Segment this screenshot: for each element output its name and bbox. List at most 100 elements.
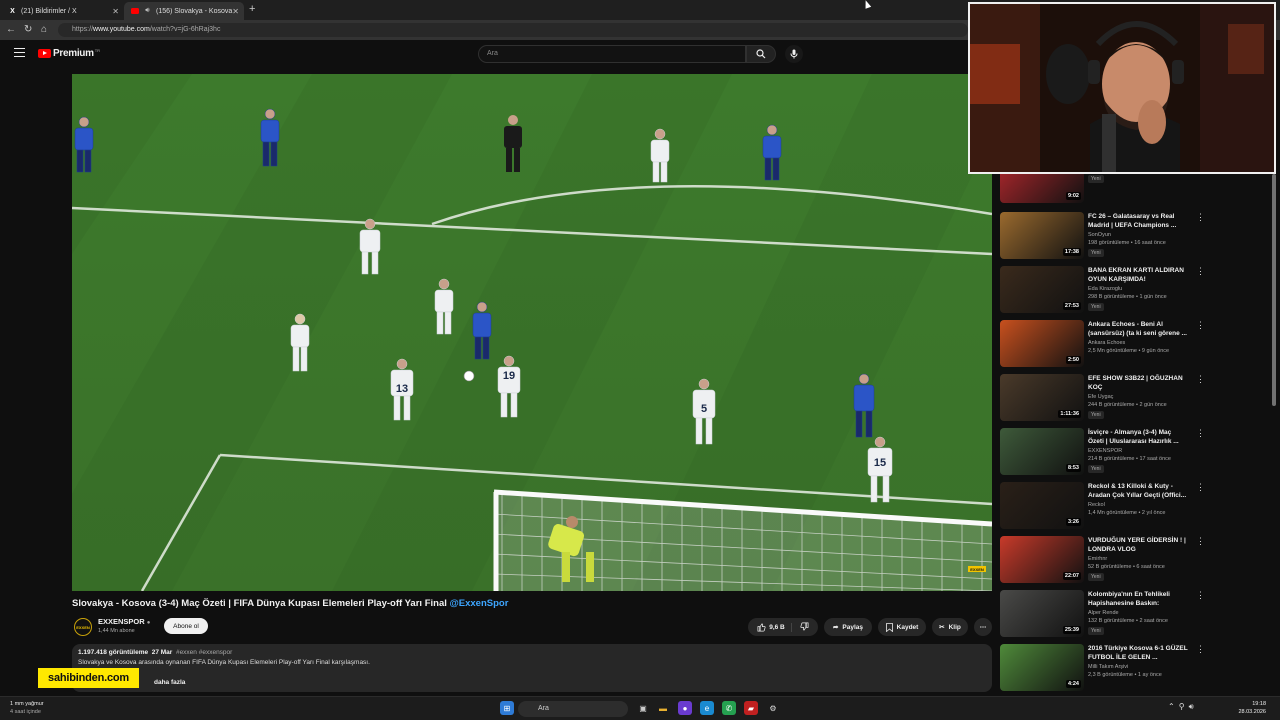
channel-name[interactable]: EXXENSPOR ● xyxy=(98,617,150,626)
video-thumbnail[interactable]: 2:50 xyxy=(1000,320,1084,367)
recommendation-item[interactable]: 9:02EXXENSPOR315 B görüntüleme • 1 gün ö… xyxy=(1000,174,1276,208)
url-field[interactable]: https://www.youtube.com/watch?v=jG-6hRaj… xyxy=(58,23,968,37)
view-count: 1.197.418 görüntüleme xyxy=(78,649,149,656)
tab-x-notifications[interactable]: X (21) Bildirimler / X ✕ xyxy=(2,2,124,20)
recommendation-title[interactable]: Kolombiya'nın En Tehlikeli Hapishanesine… xyxy=(1088,590,1188,608)
channel-row: EXXEN EXXENSPOR ● 1,44 Mn abone Abone ol… xyxy=(72,616,992,638)
recommendation-item[interactable]: 3:26 Reckol & 13 Killoki & Kuty - Aradan … xyxy=(1000,482,1276,534)
video-thumbnail[interactable]: 4:24 xyxy=(1000,644,1084,691)
more-vertical-icon[interactable]: ⋮ xyxy=(1196,429,1205,438)
close-tab-icon[interactable]: ✕ xyxy=(232,7,239,16)
settings-icon[interactable]: ⚙ xyxy=(766,701,780,715)
recommendation-channel[interactable]: EXXENSPOR xyxy=(1088,448,1122,454)
show-more-link[interactable]: daha fazla xyxy=(154,679,185,686)
dislike-button[interactable] xyxy=(796,622,809,633)
recommendation-title[interactable]: Ankara Echoes - Beni Al (sansürsüz) (ta … xyxy=(1088,320,1188,338)
save-button[interactable]: Kaydet xyxy=(878,618,926,636)
weather-widget[interactable]: 1 mm yağmur 4 saat içinde xyxy=(10,701,44,715)
task-view-icon[interactable]: ▣ xyxy=(636,701,650,715)
windows-taskbar: 1 mm yağmur 4 saat içinde ⊞ Ara ▣ ▬ ● e … xyxy=(0,696,1280,720)
shirt-number: 19 xyxy=(503,370,515,382)
video-thumbnail[interactable]: 27:53 xyxy=(1000,266,1084,313)
home-icon[interactable]: ⌂ xyxy=(41,24,47,35)
recommendation-item[interactable]: 1:11:36 EFE SHOW S3B22 | OĞUZHAN KOÇ Efe U… xyxy=(1000,374,1276,426)
video-title-mention[interactable]: @ExxenSpor xyxy=(450,598,509,609)
video-thumbnail[interactable]: 8:53 xyxy=(1000,428,1084,475)
recommendation-channel[interactable]: Alper Rende xyxy=(1088,610,1119,616)
taskbar-search-text: Ara xyxy=(538,705,549,712)
clock-time: 19:18 xyxy=(1252,701,1266,707)
recommendation-item[interactable]: 27:53 BANA EKRAN KARTI ALDIRAN OYUN KARŞI… xyxy=(1000,266,1276,318)
system-tray[interactable]: ⌃⚲🔊︎ xyxy=(1168,702,1198,712)
video-thumbnail[interactable]: 17:38 xyxy=(1000,212,1084,259)
recommendation-item[interactable]: 17:38 FC 26 – Galatasaray vs Real Madrid … xyxy=(1000,212,1276,264)
more-vertical-icon[interactable]: ⋮ xyxy=(1196,375,1205,384)
search-input[interactable]: Ara xyxy=(478,45,746,63)
microphone-icon xyxy=(790,49,798,59)
recommendation-channel[interactable]: Emirhnr xyxy=(1088,556,1107,562)
like-button[interactable]: 9,6 B xyxy=(757,622,792,632)
search-button[interactable] xyxy=(746,45,776,63)
recommendation-channel[interactable]: Ankara Echoes xyxy=(1088,340,1125,346)
recommendation-channel[interactable]: Eda Kirazoglu xyxy=(1088,286,1122,292)
x-logo-icon: X xyxy=(10,7,15,15)
more-vertical-icon[interactable]: ⋮ xyxy=(1196,213,1205,222)
recommendation-title[interactable]: Reckol & 13 Killoki & Kuty - Aradan Çok … xyxy=(1088,482,1188,500)
video-thumbnail[interactable]: 1:11:36 xyxy=(1000,374,1084,421)
video-thumbnail[interactable]: 22:07 xyxy=(1000,536,1084,583)
recommendation-title[interactable]: VURDUĞUN YERE GİDERSİN ! | LONDRA VLOG xyxy=(1088,536,1188,554)
channel-avatar[interactable]: EXXEN xyxy=(74,618,92,636)
recommendation-channel[interactable]: Milli Takım Arşivi xyxy=(1088,664,1128,670)
recommendation-item[interactable]: 2:50 Ankara Echoes - Beni Al (sansürsüz) … xyxy=(1000,320,1276,372)
recommendation-channel[interactable]: Efe Uygaç xyxy=(1088,394,1113,400)
file-explorer-icon[interactable]: ▬ xyxy=(656,701,670,715)
recommendation-title[interactable]: EFE SHOW S3B22 | OĞUZHAN KOÇ xyxy=(1088,374,1188,392)
hashtags[interactable]: #exxen #exxenspor xyxy=(176,649,232,656)
video-thumbnail[interactable]: 3:26 xyxy=(1000,482,1084,529)
discord-icon[interactable]: ● xyxy=(678,701,692,715)
whatsapp-icon[interactable]: ✆ xyxy=(722,701,736,715)
sidebar-scrollbar[interactable] xyxy=(1272,174,1276,406)
youtube-logo[interactable]: Premium TR xyxy=(38,48,100,59)
recommendation-item[interactable]: 25:39 Kolombiya'nın En Tehlikeli Hapishan… xyxy=(1000,590,1276,642)
close-tab-icon[interactable]: ✕ xyxy=(112,7,119,16)
back-arrow-icon[interactable]: ← xyxy=(6,24,16,35)
more-vertical-icon[interactable]: ⋮ xyxy=(1196,483,1205,492)
exxen-watermark: EXXEN xyxy=(970,567,984,572)
windows-start-icon[interactable]: ⊞ xyxy=(500,701,514,715)
menu-icon[interactable] xyxy=(14,48,25,57)
new-tab-icon[interactable]: + xyxy=(249,3,255,15)
recording-app-icon[interactable]: ▰ xyxy=(744,701,758,715)
edge-icon[interactable]: e xyxy=(700,701,714,715)
recommendation-title[interactable]: BANA EKRAN KARTI ALDIRAN OYUN KARŞIMDA! xyxy=(1088,266,1188,284)
more-vertical-icon[interactable]: ⋮ xyxy=(1196,645,1205,654)
recommendation-item[interactable]: 22:07 VURDUĞUN YERE GİDERSİN ! | LONDRA V… xyxy=(1000,536,1276,588)
reload-icon[interactable]: ↻ xyxy=(24,24,32,35)
more-vertical-icon[interactable]: ⋮ xyxy=(1196,267,1205,276)
video-thumbnail[interactable]: 25:39 xyxy=(1000,590,1084,637)
share-icon: ➦ xyxy=(832,624,839,631)
speaker-icon[interactable]: 🔊︎ xyxy=(143,7,152,16)
more-vertical-icon[interactable]: ⋮ xyxy=(1196,591,1205,600)
more-actions-button[interactable]: ⋯ xyxy=(974,618,992,636)
video-thumbnail[interactable]: 9:02 xyxy=(1000,174,1084,203)
share-button[interactable]: ➦ Paylaş xyxy=(824,618,872,636)
recommendation-title[interactable]: 2016 Türkiye Kosova 6-1 GÜZEL FUTBOL İLE… xyxy=(1088,644,1188,662)
recommendation-title[interactable]: FC 26 – Galatasaray vs Real Madrid | UEF… xyxy=(1088,212,1188,230)
clip-button[interactable]: ✂ Klip xyxy=(932,618,968,636)
recommendation-title[interactable]: İsviçre - Almanya (3-4) Maç Özeti | Ulus… xyxy=(1088,428,1188,446)
recommendation-channel[interactable]: SonOyun xyxy=(1088,232,1111,238)
voice-search-button[interactable] xyxy=(785,45,803,63)
recommendation-item[interactable]: 8:53 İsviçre - Almanya (3-4) Maç Özeti | … xyxy=(1000,428,1276,480)
recommendation-channel[interactable]: Reckol xyxy=(1088,502,1105,508)
taskbar-search[interactable]: Ara xyxy=(518,701,628,717)
tab-youtube-video[interactable]: 🔊︎ (156) Slovakya - Kosova (3-4) ✕ xyxy=(124,2,244,20)
more-vertical-icon[interactable]: ⋮ xyxy=(1196,537,1205,546)
more-vertical-icon[interactable]: ⋮ xyxy=(1196,321,1205,330)
taskbar-clock[interactable]: 19:18 28.03.2026 xyxy=(1236,701,1266,715)
video-player[interactable]: 13 19 5 15 EXXEN xyxy=(72,74,992,591)
subscribe-button[interactable]: Abone ol xyxy=(164,618,208,634)
recommendation-meta: 2,3 B görüntüleme • 1 ay önce xyxy=(1088,672,1162,678)
description-box[interactable]: 1.197.418 görüntüleme 27 Mar #exxen #exx… xyxy=(72,644,992,692)
recommendation-item[interactable]: 4:24 2016 Türkiye Kosova 6-1 GÜZEL FUTBOL… xyxy=(1000,644,1276,692)
